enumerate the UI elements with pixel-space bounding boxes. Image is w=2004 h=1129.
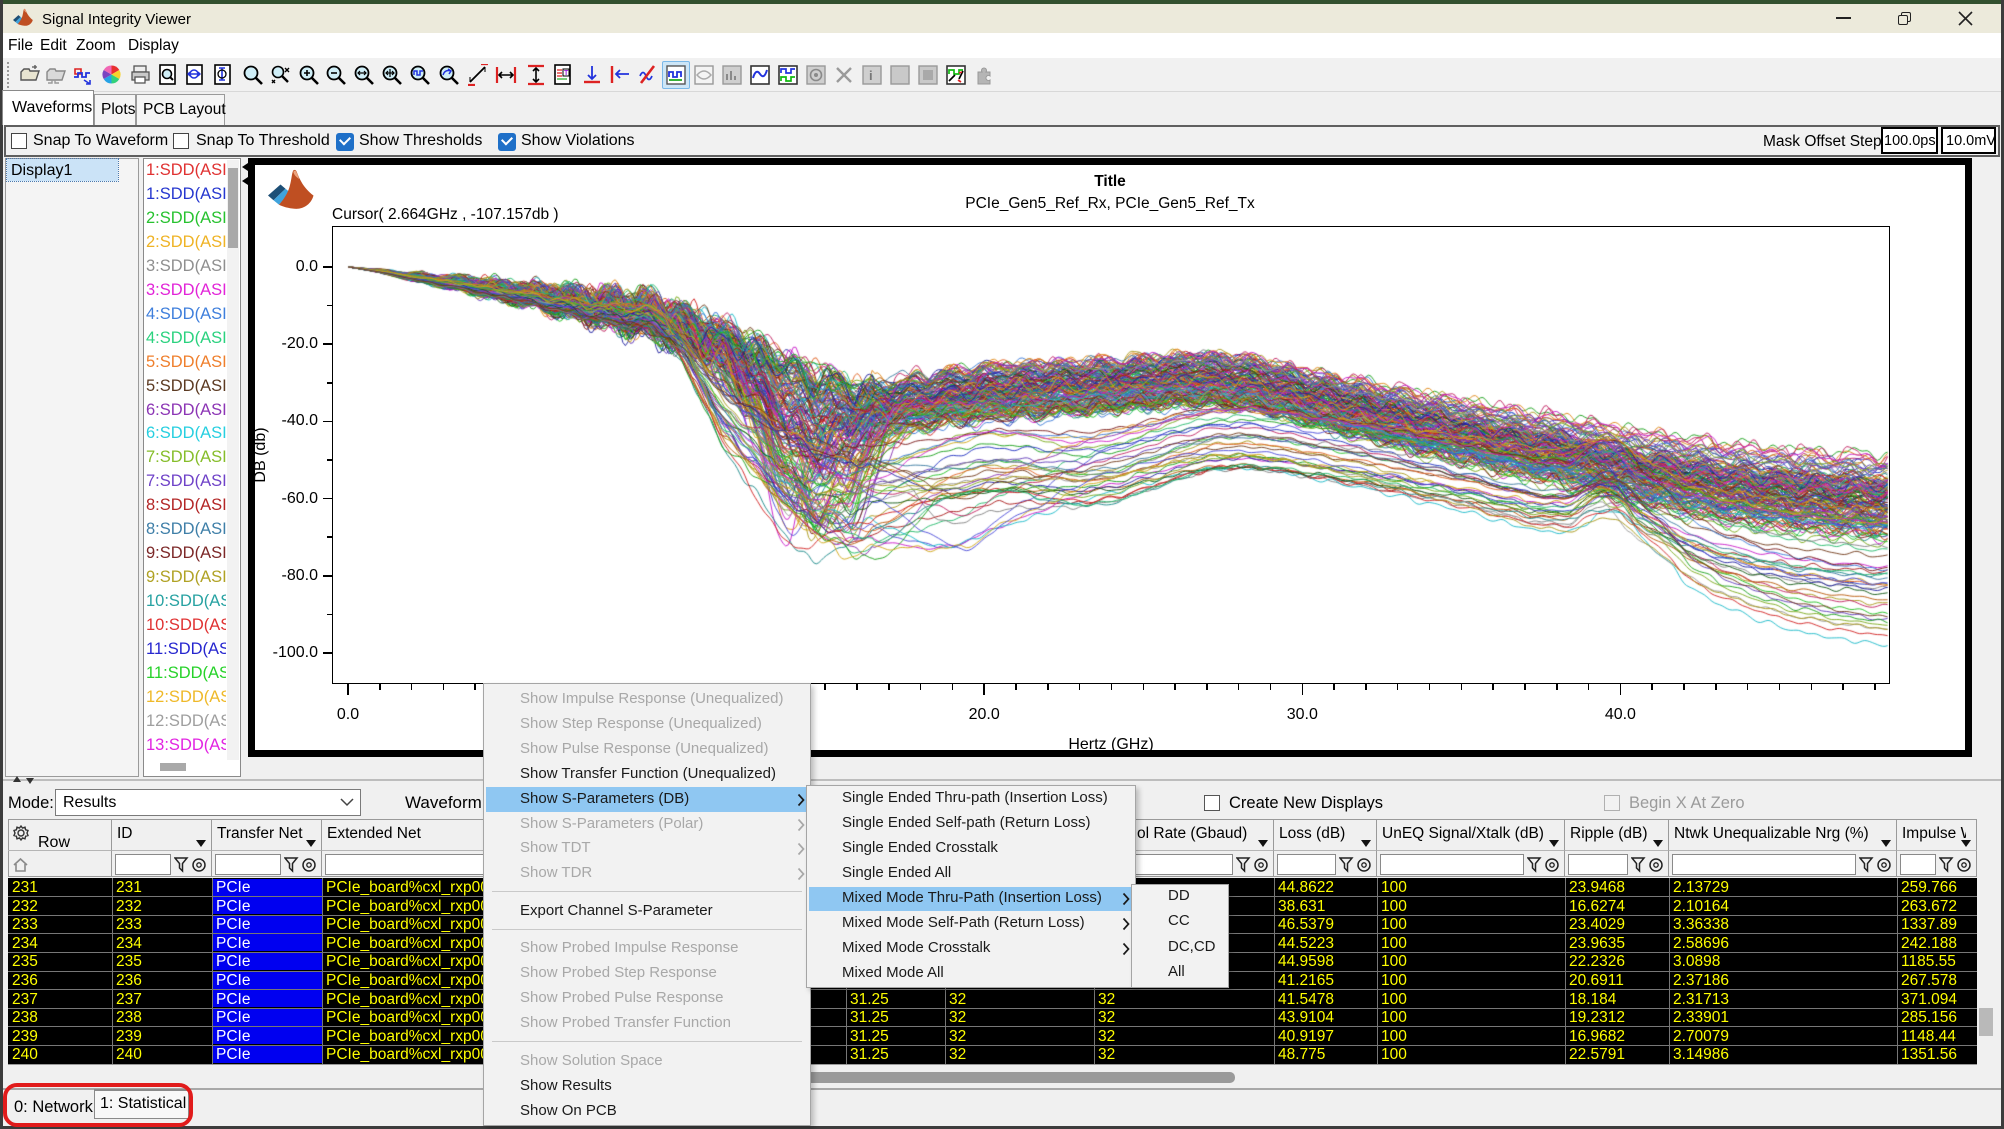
svg-text:T: T [564, 70, 569, 77]
svg-text:i: i [869, 68, 873, 83]
